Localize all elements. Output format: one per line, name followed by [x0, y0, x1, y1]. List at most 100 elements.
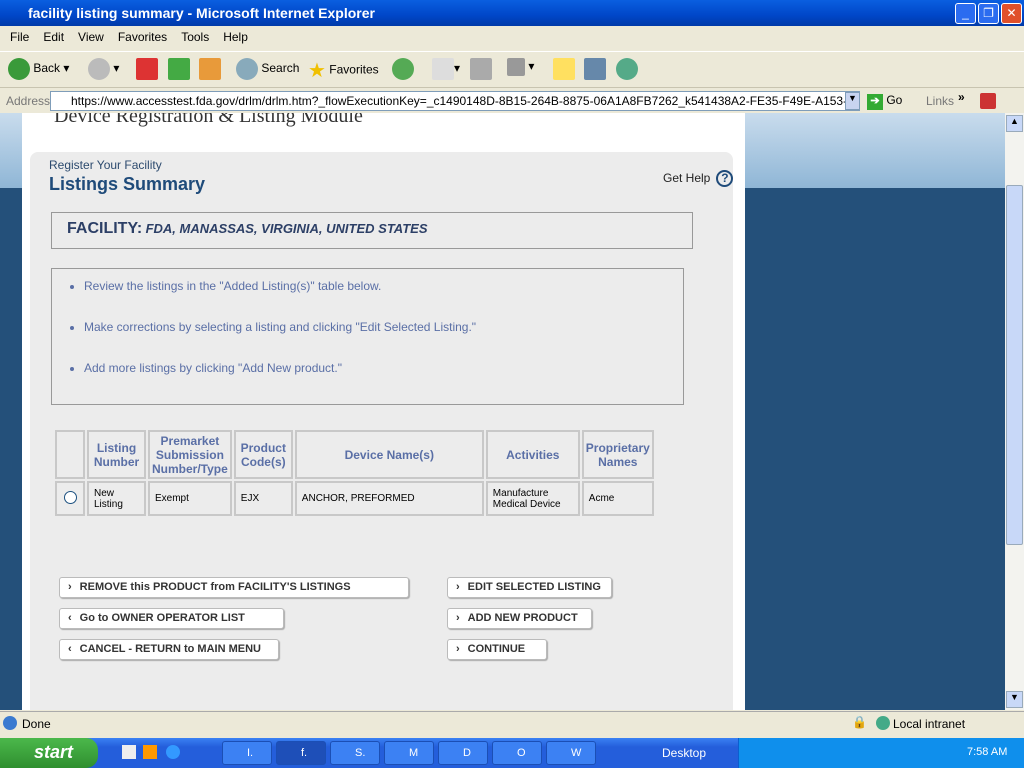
page-title: Listings Summary — [49, 174, 206, 194]
help-icon: ? — [716, 170, 734, 187]
module-title: Device Registration & Listing Module — [54, 113, 363, 127]
cell-listing-number: New Listing — [87, 481, 146, 516]
task-button[interactable]: S. — [330, 741, 380, 765]
menu-edit[interactable]: Edit — [43, 30, 64, 44]
address-dropdown[interactable]: ▼ — [845, 92, 860, 110]
task-button[interactable]: D — [438, 741, 488, 765]
messenger-icon — [616, 58, 638, 80]
add-product-button[interactable]: › ADD NEW PRODUCT — [447, 608, 592, 629]
address-input[interactable]: https://www.accesstest.fda.gov/drlm/drlm… — [50, 91, 860, 111]
go-button[interactable]: ➔ Go — [867, 93, 902, 110]
header-listing-number: Listing Number — [87, 430, 146, 479]
maximize-button[interactable]: ❐ — [978, 3, 999, 24]
owner-operator-button[interactable]: ‹ Go to OWNER OPERATOR LIST — [59, 608, 284, 629]
breadcrumb: Register Your Facility — [49, 158, 162, 172]
remove-product-button[interactable]: › REMOVE this PRODUCT from FACILITY'S LIS… — [59, 577, 409, 598]
system-tray: 7:58 AM — [738, 738, 1024, 768]
minimize-button[interactable]: _ — [955, 3, 976, 24]
clock-app-icon[interactable] — [143, 745, 157, 759]
messenger-button[interactable] — [616, 58, 638, 80]
research-button[interactable] — [584, 58, 606, 80]
chevron-right-icon: › — [68, 581, 72, 593]
cancel-button[interactable]: ‹ CANCEL - RETURN to MAIN MENU — [59, 639, 279, 660]
task-button[interactable]: M — [384, 741, 434, 765]
search-button[interactable]: Search — [236, 58, 299, 80]
refresh-button[interactable] — [168, 58, 190, 80]
table-row: New Listing Exempt EJX ANCHOR, PREFORMED… — [55, 481, 654, 516]
background-right — [745, 113, 1005, 188]
history-button[interactable] — [392, 58, 414, 80]
select-header — [55, 430, 85, 479]
pdf-icon[interactable] — [980, 93, 996, 109]
ie-quicklaunch-icon[interactable] — [166, 745, 180, 759]
menu-tools[interactable]: Tools — [181, 30, 209, 44]
edit-icon — [507, 58, 525, 76]
clock: 7:58 AM — [967, 746, 1008, 758]
star-icon: ★ — [308, 60, 326, 82]
edit-listing-button[interactable]: › EDIT SELECTED LISTING — [447, 577, 612, 598]
edit-button[interactable]: ▾ — [507, 58, 534, 76]
scroll-down-button[interactable]: ▼ — [1006, 691, 1023, 708]
stop-button[interactable] — [136, 58, 158, 80]
status-text: Done — [22, 717, 51, 731]
close-button[interactable]: ✕ — [1001, 3, 1022, 24]
header-proprietary: Proprietary Names — [581, 430, 654, 479]
address-bar: Address https://www.accesstest.fda.gov/d… — [0, 89, 1024, 113]
address-label: Address — [6, 94, 51, 108]
mail-button[interactable]: ▾ — [432, 58, 460, 80]
chevron-left-icon: ‹ — [68, 643, 72, 655]
vertical-scrollbar[interactable]: ▲ ▼ — [1005, 113, 1024, 710]
instruction-item: Review the listings in the "Added Listin… — [84, 279, 683, 293]
scroll-thumb[interactable] — [1006, 185, 1023, 545]
chevron-right-icon: › — [456, 612, 460, 624]
home-button[interactable] — [199, 58, 221, 80]
cell-activities: Manufacture Medical Device — [485, 481, 580, 516]
refresh-icon — [168, 58, 190, 80]
show-desktop-icon[interactable] — [122, 745, 136, 759]
cell-proprietary: Acme — [581, 481, 654, 516]
menu-view[interactable]: View — [78, 30, 104, 44]
back-button[interactable]: Back ▾ — [8, 58, 69, 80]
instruction-item: Make corrections by selecting a listing … — [84, 320, 683, 334]
favorites-button[interactable]: ★ Favorites — [308, 58, 379, 83]
task-button[interactable]: O — [492, 741, 542, 765]
instructions-list: Review the listings in the "Added Listin… — [51, 268, 684, 405]
background-left — [0, 113, 22, 188]
back-arrow-icon — [8, 58, 30, 80]
cell-product-code: EJX — [233, 481, 293, 516]
window-title: facility listing summary - Microsoft Int… — [28, 5, 375, 21]
listing-radio[interactable] — [63, 490, 77, 504]
browser-content: Device Registration & Listing Module Reg… — [0, 113, 1005, 710]
menu-bar: File Edit View Favorites Tools Help — [0, 27, 1024, 49]
facility-value: FDA, MANASSAS, VIRGINIA, UNITED STATES — [145, 221, 428, 236]
chevron-left-icon: ‹ — [68, 612, 72, 624]
page-area: Device Registration & Listing Module Reg… — [22, 113, 745, 710]
toolbar: Back ▾ ▾ Search ★ Favorites ▾ ▾ — [0, 51, 1024, 88]
status-bar: Done 🔒 Local intranet — [0, 711, 1024, 735]
continue-button[interactable]: › CONTINUE — [447, 639, 547, 660]
scroll-up-button[interactable]: ▲ — [1006, 115, 1023, 132]
chevron-icon[interactable]: » — [958, 90, 965, 104]
task-button[interactable]: I. — [222, 741, 272, 765]
print-button[interactable] — [470, 58, 492, 80]
task-button[interactable]: W — [546, 741, 596, 765]
lock-icon: 🔒 — [852, 715, 867, 729]
start-button[interactable]: start — [0, 738, 98, 768]
stop-icon — [136, 58, 158, 80]
ie-page-icon — [3, 716, 17, 730]
menu-help[interactable]: Help — [223, 30, 248, 44]
chevron-right-icon: › — [456, 643, 460, 655]
menu-favorites[interactable]: Favorites — [118, 30, 167, 44]
links-button[interactable]: Links — [926, 94, 954, 108]
header-product-code: Product Code(s) — [233, 430, 293, 479]
history-icon — [392, 58, 414, 80]
forward-button[interactable]: ▾ — [88, 58, 119, 80]
research-icon — [584, 58, 606, 80]
task-button-active[interactable]: f. — [276, 741, 326, 765]
search-icon — [236, 58, 258, 80]
menu-file[interactable]: File — [10, 30, 29, 44]
security-zone: Local intranet — [893, 717, 966, 731]
get-help-link[interactable]: Get Help? — [663, 170, 734, 187]
notes-button[interactable] — [553, 58, 575, 80]
desktop-toolbar[interactable]: Desktop — [662, 746, 706, 760]
